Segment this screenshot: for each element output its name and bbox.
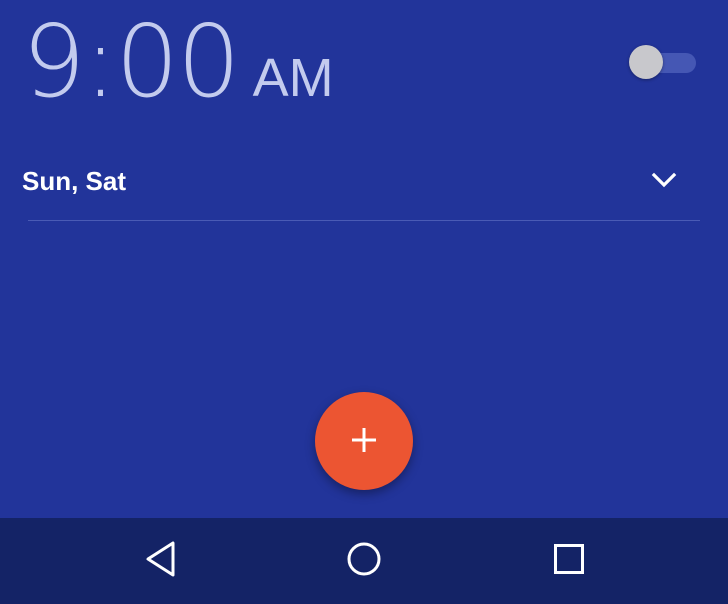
recents-square-icon [552,542,586,581]
alarm-item[interactable]: 9:00 AM Sun, Sat [0,0,728,222]
alarm-divider [28,220,700,221]
home-circle-icon [345,540,383,583]
nav-recents-button[interactable] [544,538,594,584]
chevron-down-icon[interactable] [650,168,678,192]
alarm-time[interactable]: 9:00 AM [22,12,334,112]
alarm-time-ampm: AM [252,48,334,108]
add-alarm-button[interactable] [315,392,413,490]
system-navigation-bar [0,518,728,604]
alarm-time-digits: 9:00 [22,3,241,120]
alarm-enable-toggle[interactable] [628,44,698,80]
back-triangle-icon [144,540,178,583]
nav-home-button[interactable] [339,538,389,584]
nav-back-button[interactable] [136,538,186,584]
toggle-thumb [629,45,663,79]
alarm-repeat-days: Sun, Sat [22,166,127,196]
plus-icon [349,425,379,458]
